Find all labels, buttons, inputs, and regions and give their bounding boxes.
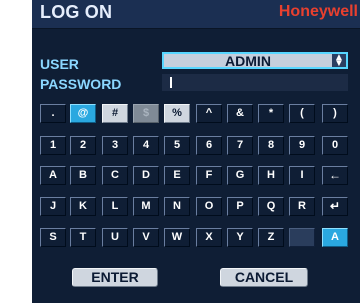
- key-l[interactable]: L: [102, 197, 128, 216]
- key-u[interactable]: U: [102, 228, 128, 247]
- user-label: USER: [40, 56, 79, 72]
- key-dollar[interactable]: $: [133, 104, 159, 123]
- user-select[interactable]: ADMIN ▲ ▼: [162, 52, 348, 69]
- key-0[interactable]: 0: [322, 136, 348, 155]
- key-o[interactable]: O: [196, 197, 222, 216]
- up-down-arrows-icon[interactable]: ▲ ▼: [332, 52, 346, 69]
- key-hash[interactable]: #: [102, 104, 128, 123]
- key-v[interactable]: V: [133, 228, 159, 247]
- key-q[interactable]: Q: [258, 197, 284, 216]
- key-b[interactable]: B: [70, 166, 96, 185]
- key-left-paren[interactable]: (: [289, 104, 315, 123]
- key-s[interactable]: S: [40, 228, 66, 247]
- logon-dialog: LOG ON Honeywell USER ADMIN ▲ ▼ PASSWORD…: [32, 0, 360, 303]
- password-field[interactable]: [162, 74, 348, 91]
- backspace-icon[interactable]: ←: [322, 166, 348, 185]
- key-ampersand[interactable]: &: [227, 104, 253, 123]
- key-x[interactable]: X: [196, 228, 222, 247]
- key-period[interactable]: .: [40, 104, 66, 123]
- key-z[interactable]: Z: [258, 228, 284, 247]
- key-c[interactable]: C: [102, 166, 128, 185]
- key-n[interactable]: N: [164, 197, 190, 216]
- key-f[interactable]: F: [196, 166, 222, 185]
- key-9[interactable]: 9: [289, 136, 315, 155]
- key-5[interactable]: 5: [164, 136, 190, 155]
- title-bar: LOG ON Honeywell: [32, 0, 360, 29]
- key-2[interactable]: 2: [70, 136, 96, 155]
- user-value: ADMIN: [225, 53, 271, 69]
- key-p[interactable]: P: [227, 197, 253, 216]
- key-g[interactable]: G: [227, 166, 253, 185]
- key-percent[interactable]: %: [164, 104, 190, 123]
- key-e[interactable]: E: [164, 166, 190, 185]
- key-right-paren[interactable]: ): [322, 104, 348, 123]
- key-j[interactable]: J: [40, 197, 66, 216]
- key-7[interactable]: 7: [227, 136, 253, 155]
- key-w[interactable]: W: [164, 228, 190, 247]
- text-cursor: [170, 77, 172, 88]
- key-h[interactable]: H: [258, 166, 284, 185]
- key-4[interactable]: 4: [133, 136, 159, 155]
- brand-logo: Honeywell: [278, 3, 358, 20]
- key-blank[interactable]: [289, 228, 315, 247]
- key-caret[interactable]: ^: [196, 104, 222, 123]
- key-m[interactable]: M: [133, 197, 159, 216]
- dialog-title: LOG ON: [40, 2, 113, 22]
- key-a[interactable]: A: [40, 166, 66, 185]
- key-at[interactable]: @: [70, 104, 96, 123]
- key-d[interactable]: D: [133, 166, 159, 185]
- enter-button[interactable]: ENTER: [72, 268, 158, 287]
- enter-icon[interactable]: ↵: [322, 197, 348, 216]
- key-6[interactable]: 6: [196, 136, 222, 155]
- cancel-button[interactable]: CANCEL: [220, 268, 308, 287]
- key-i[interactable]: I: [289, 166, 315, 185]
- key-r[interactable]: R: [289, 197, 315, 216]
- key-asterisk[interactable]: *: [258, 104, 284, 123]
- key-1[interactable]: 1: [40, 136, 66, 155]
- key-3[interactable]: 3: [102, 136, 128, 155]
- password-label: PASSWORD: [40, 76, 122, 92]
- key-y[interactable]: Y: [227, 228, 253, 247]
- case-toggle-key[interactable]: A: [322, 228, 348, 247]
- key-t[interactable]: T: [70, 228, 96, 247]
- key-k[interactable]: K: [70, 197, 96, 216]
- key-8[interactable]: 8: [258, 136, 284, 155]
- down-arrow-icon: ▼: [334, 57, 344, 69]
